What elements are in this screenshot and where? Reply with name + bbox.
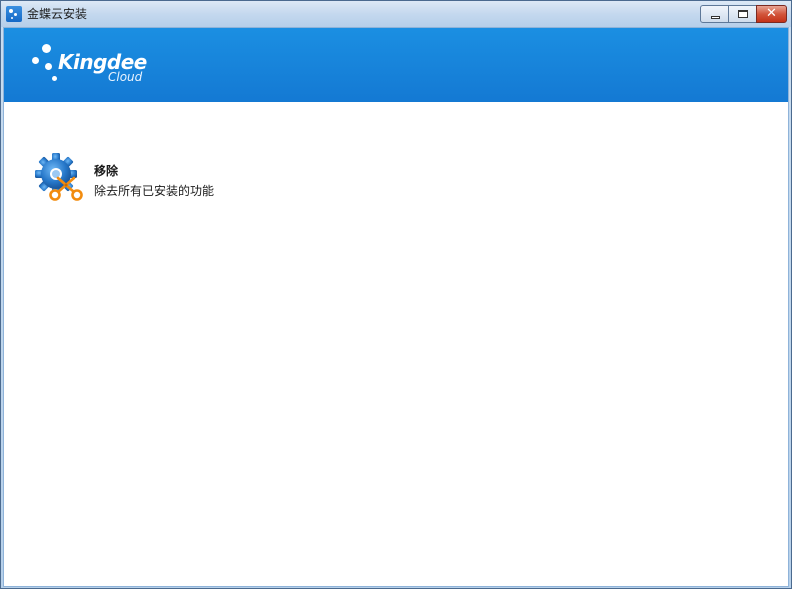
minimize-button[interactable]: [700, 5, 729, 23]
close-icon: ✕: [766, 6, 777, 21]
remove-option[interactable]: 移除 除去所有已安装的功能: [34, 152, 274, 204]
app-icon: [6, 6, 22, 22]
installer-window: 金蝶云安装 ✕ Kingdee Cloud 移除 除去所有已安装的功能: [0, 0, 792, 589]
option-title: 移除: [94, 164, 119, 178]
close-button[interactable]: ✕: [756, 5, 787, 23]
kingdee-logo: Kingdee Cloud: [28, 40, 168, 88]
title-bar[interactable]: 金蝶云安装 ✕: [1, 1, 791, 27]
gear-scissors-icon: [35, 153, 83, 201]
maximize-icon: [738, 10, 748, 18]
window-title: 金蝶云安装: [27, 7, 88, 21]
client-area: Kingdee Cloud 移除 除去所有已安装的功能: [3, 27, 789, 587]
caption-buttons: ✕: [700, 5, 787, 23]
header-banner: Kingdee Cloud: [4, 28, 788, 102]
option-description: 除去所有已安装的功能: [94, 184, 215, 198]
minimize-icon: [711, 16, 720, 19]
maximize-button[interactable]: [728, 5, 757, 23]
logo-subtitle: Cloud: [108, 70, 143, 84]
